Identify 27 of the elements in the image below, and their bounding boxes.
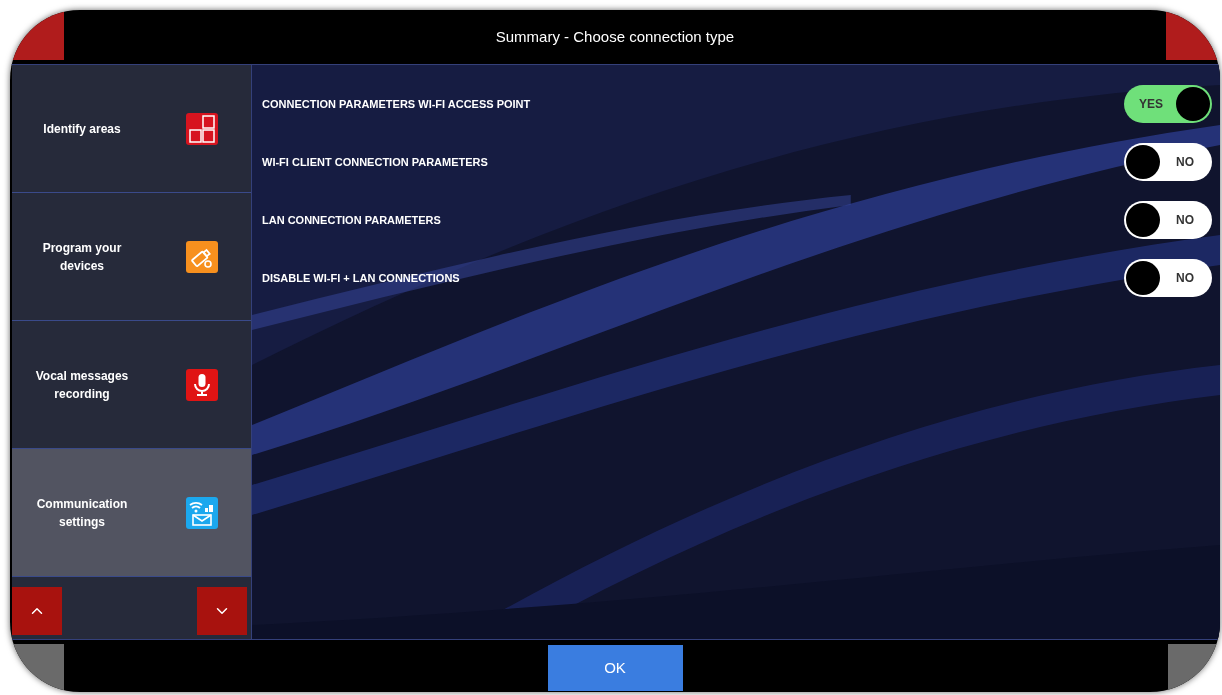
sidebar-item-label: Communication settings [35,495,129,531]
option-label: LAN CONNECTION PARAMETERS [262,212,441,228]
toggle-knob [1126,203,1160,237]
toggle-knob [1126,261,1160,295]
microphone-icon [185,368,218,401]
sidebar-item-label: Vocal messages recording [34,367,130,403]
option-label: WI-FI CLIENT CONNECTION PARAMETERS [262,154,488,170]
toggle-state-text: NO [1175,212,1195,229]
ok-button[interactable]: OK [547,645,683,691]
wifi-envelope-icon [185,496,218,529]
option-label: DISABLE WI-FI + LAN CONNECTIONS [262,270,460,286]
toggle-state-text: NO [1175,270,1195,287]
sidebar-item-label: Identify areas [42,120,122,138]
toggle-state-text: YES [1138,96,1164,113]
toggle-knob [1176,87,1210,121]
sidebar-item[interactable]: Communication settings [12,449,251,577]
toggle-switch[interactable]: NO [1124,201,1212,239]
usb-stick-icon [185,240,218,273]
toggle-switch[interactable]: NO [1124,259,1212,297]
sidebar-item-label: Program your devices [41,239,123,275]
option-label: CONNECTION PARAMETERS WI-FI ACCESS POINT [262,96,531,112]
toggle-switch[interactable]: YES [1124,85,1212,123]
window-title: Summary - Choose connection type [495,26,735,47]
numbered-grid-icon [185,112,218,145]
toggle-switch[interactable]: NO [1124,143,1212,181]
toggle-state-text: NO [1175,154,1195,171]
toggle-knob [1126,145,1160,179]
